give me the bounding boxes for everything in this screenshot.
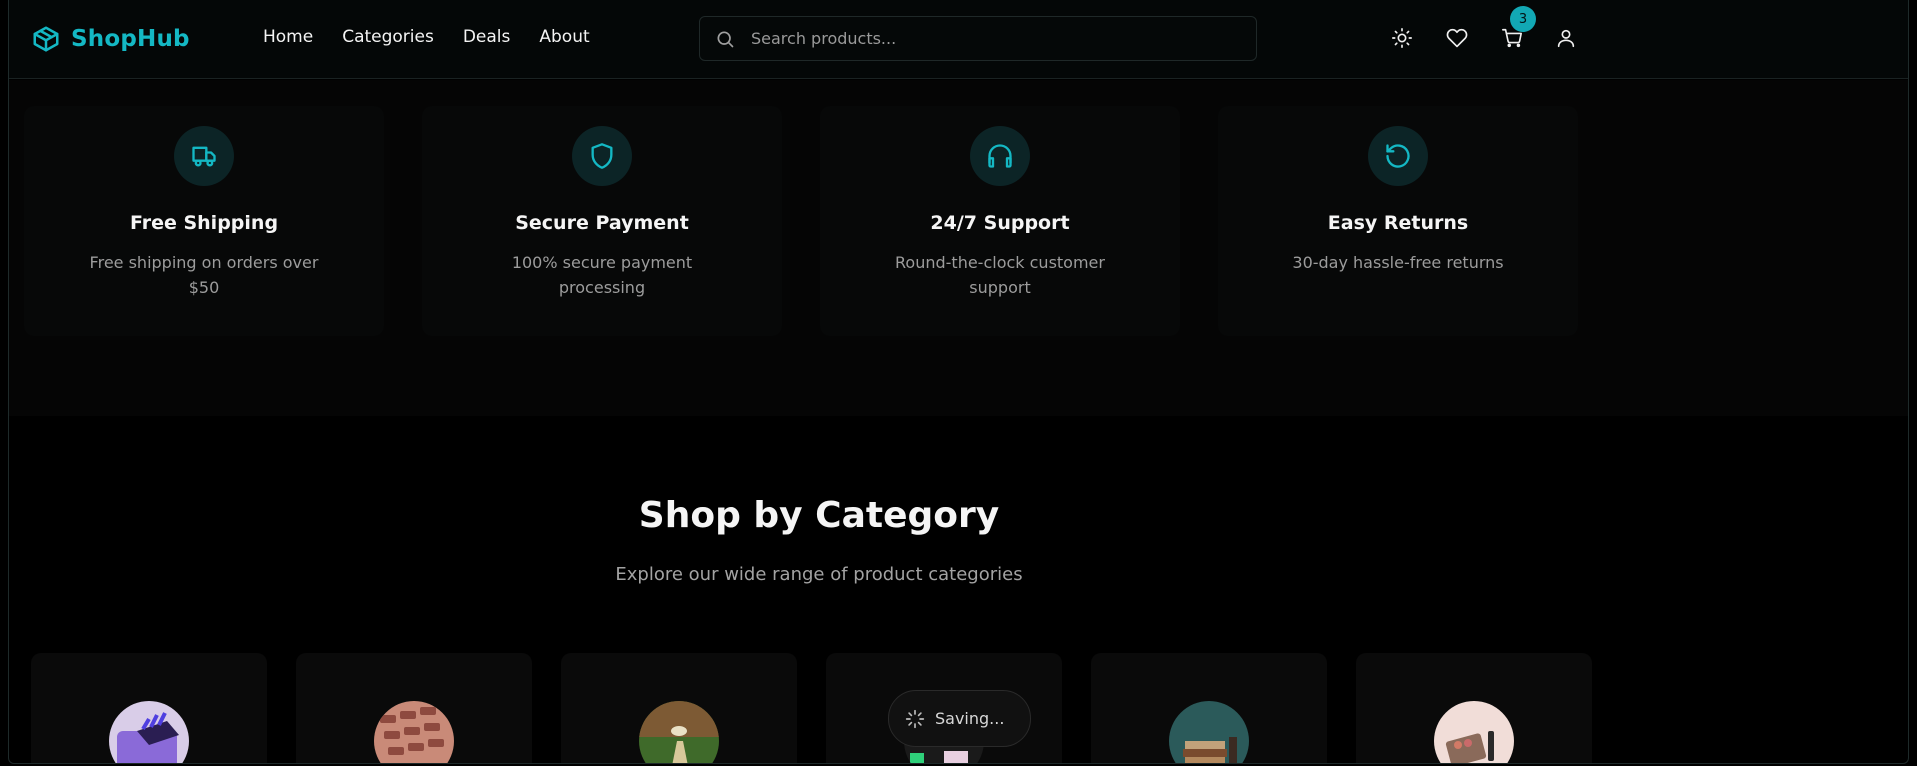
- feature-title: Secure Payment: [515, 212, 689, 234]
- account-button[interactable]: [1555, 27, 1577, 49]
- wishlist-button[interactable]: [1446, 27, 1468, 49]
- category-image: [374, 701, 454, 763]
- saving-label: Saving...: [935, 709, 1005, 728]
- feature-icon-wrap: [1368, 126, 1428, 186]
- category-card[interactable]: [31, 653, 267, 763]
- shield-icon: [591, 143, 613, 169]
- category-card[interactable]: [561, 653, 797, 763]
- category-section-title: Shop by Category: [638, 495, 1000, 536]
- category-image: [109, 701, 189, 763]
- theme-toggle-button[interactable]: [1391, 27, 1413, 49]
- top-navbar: ShopHub Home Categories Deals About Sear…: [9, 0, 1908, 79]
- headphones-icon: [988, 144, 1012, 168]
- feature-title: Free Shipping: [129, 212, 279, 234]
- brand-logo[interactable]: ShopHub: [31, 22, 190, 56]
- nav-deals[interactable]: Deals: [463, 27, 511, 47]
- feature-description: Round-the-clock customer support: [895, 253, 1105, 297]
- feature-icon-wrap: [970, 126, 1030, 186]
- feature-card-payment: Secure Payment 100% secure payment proce…: [422, 106, 782, 336]
- app-window: ShopHub Home Categories Deals About Sear…: [8, 0, 1909, 764]
- features-section: Free Shipping Free shipping on orders ov…: [9, 80, 1908, 416]
- cart-count-badge: 3: [1510, 6, 1536, 32]
- category-section-subtitle: Explore our wide range of product catego…: [615, 564, 1023, 585]
- category-image: [639, 701, 719, 763]
- feature-card-support: 24/7 Support Round-the-clock customer su…: [820, 106, 1180, 336]
- category-card[interactable]: [1356, 653, 1592, 763]
- feature-icon-wrap: [572, 126, 632, 186]
- sun-icon: [1392, 28, 1412, 48]
- feature-title: Easy Returns: [1327, 212, 1469, 234]
- spinner-icon: [905, 709, 925, 728]
- category-card[interactable]: [1091, 653, 1327, 763]
- feature-card-returns: Easy Returns 30-day hassle-free returns: [1218, 106, 1578, 336]
- category-image: [1169, 701, 1249, 763]
- feature-icon-wrap: [174, 126, 234, 186]
- search-bar: [699, 16, 1257, 61]
- main-nav: Home Categories Deals About: [263, 27, 590, 47]
- nav-categories[interactable]: Categories: [342, 27, 434, 47]
- feature-title: 24/7 Support: [930, 212, 1070, 234]
- truck-icon: [192, 146, 216, 167]
- search-input[interactable]: [751, 29, 1231, 48]
- feature-card-shipping: Free Shipping Free shipping on orders ov…: [24, 106, 384, 336]
- brand-name: ShopHub: [71, 26, 190, 52]
- user-icon: [1557, 29, 1575, 48]
- nav-home[interactable]: Home: [263, 27, 313, 47]
- heart-icon: [1446, 28, 1468, 48]
- category-image: [1434, 701, 1514, 763]
- search-icon: [717, 31, 734, 47]
- feature-description: Free shipping on orders over $50: [89, 253, 319, 297]
- feature-description: 100% secure payment processing: [511, 253, 693, 297]
- feature-description: 30-day hassle-free returns: [1292, 253, 1504, 272]
- saving-toast: Saving...: [888, 690, 1031, 747]
- package-icon: [33, 26, 59, 52]
- nav-about[interactable]: About: [539, 27, 589, 47]
- rotate-ccw-icon: [1386, 144, 1410, 168]
- category-card[interactable]: [296, 653, 532, 763]
